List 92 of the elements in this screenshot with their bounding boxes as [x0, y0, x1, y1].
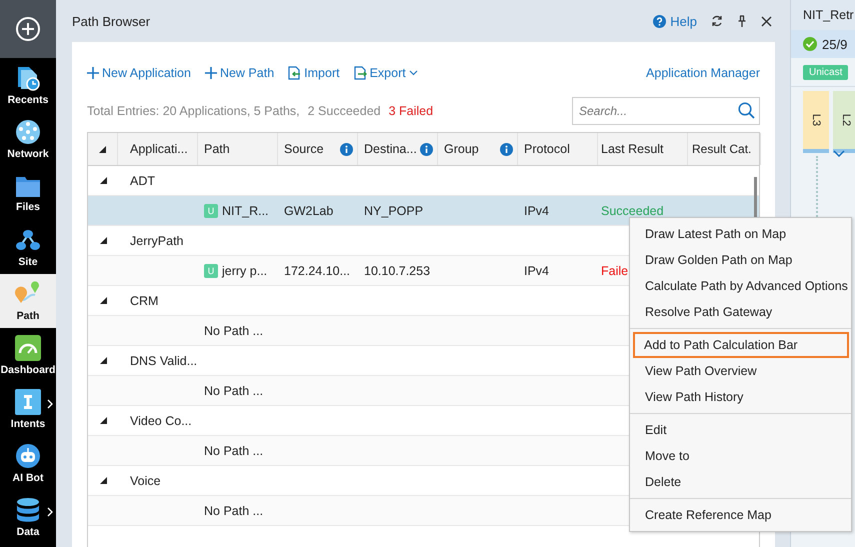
sidebar-item[interactable]: AI Bot — [0, 436, 56, 490]
database-icon — [16, 496, 40, 522]
unicast-badge: U — [204, 264, 218, 278]
table-cell: NY_POPP — [364, 204, 424, 218]
table-cell: IPv4 — [524, 204, 550, 218]
column-header[interactable]: Last Result — [598, 133, 688, 165]
table-cell: GW2Lab — [284, 204, 334, 218]
sidebar-item[interactable]: Recents — [0, 58, 56, 112]
sidebar-item[interactable]: Files — [0, 166, 56, 220]
add-icon[interactable] — [15, 16, 41, 42]
column-header[interactable]: Destina... — [358, 133, 438, 165]
menu-item[interactable]: Add to Path Calculation Bar — [633, 332, 849, 358]
menu-item[interactable]: Edit — [633, 417, 848, 443]
column-header[interactable]: Protocol — [518, 133, 598, 165]
empty-path-text: No Path ... — [204, 324, 264, 338]
plus-icon — [204, 67, 217, 79]
toolbar-button[interactable]: Import — [288, 66, 340, 80]
empty-path-text: No Path ... — [204, 444, 264, 458]
hop-count: 25/9 — [822, 36, 848, 52]
sidebar-item[interactable]: Site — [0, 220, 56, 274]
application-name: JerryPath — [130, 234, 184, 248]
collapse-triangle-icon[interactable] — [100, 297, 106, 304]
collapse-triangle-icon[interactable] — [100, 177, 106, 184]
column-header[interactable]: Group — [438, 133, 518, 165]
panel-title: Path Browser — [72, 14, 150, 28]
path-row[interactable]: U NIT_R... GW2Lab NY_POPP IPv4 Succeeded — [88, 196, 759, 226]
chevron-down-icon[interactable] — [833, 150, 845, 157]
path-title: NIT_Retr — [803, 8, 854, 22]
path-name: jerry p... — [222, 264, 268, 278]
menu-item[interactable]: Create Reference Map — [633, 502, 848, 528]
info-icon[interactable] — [500, 142, 513, 156]
question-icon — [653, 14, 666, 28]
robot-icon — [15, 442, 41, 468]
unicast-badge: U — [204, 204, 218, 218]
menu-item[interactable]: View Path History — [633, 384, 848, 410]
info-icon[interactable] — [420, 142, 433, 156]
layer-column[interactable]: L2 — [833, 91, 855, 153]
collapse-triangle-icon[interactable] — [100, 357, 106, 364]
toolbar-button[interactable]: New Path — [204, 66, 274, 80]
search-icon[interactable] — [738, 102, 755, 119]
check-circle-icon — [803, 37, 817, 51]
sidebar-item[interactable]: Intents — [0, 382, 56, 436]
sidebar-item[interactable]: Data — [0, 490, 56, 544]
sidebar-item[interactable]: Path — [0, 274, 56, 328]
application-name: Voice — [130, 474, 161, 488]
search-field[interactable]: Search... — [572, 97, 760, 125]
table-cell: 172.24.10... — [284, 264, 350, 278]
empty-path-text: No Path ... — [204, 384, 264, 398]
sidebar-item[interactable]: Network — [0, 112, 56, 166]
pin-icon[interactable] — [737, 15, 747, 27]
menu-item[interactable]: View Path Overview — [633, 358, 848, 384]
toolbar-button[interactable]: Export — [354, 66, 418, 80]
result-status: Faile — [601, 264, 628, 278]
column-header[interactable]: Result Cat. — [688, 133, 761, 165]
file-export-icon — [354, 66, 367, 80]
column-header[interactable]: Applicati... — [118, 133, 198, 165]
application-name: Video Co... — [130, 414, 192, 428]
plus-icon — [87, 67, 99, 79]
empty-path-text: No Path ... — [204, 504, 264, 518]
menu-item[interactable]: Resolve Path Gateway — [633, 299, 848, 325]
failed-count: 3 Failed — [388, 104, 434, 118]
gauge-icon — [15, 334, 41, 360]
layer-column[interactable]: L3 — [803, 91, 829, 153]
column-header[interactable]: Path — [198, 133, 278, 165]
menu-item[interactable]: Move to — [633, 443, 848, 469]
result-status: Succeeded — [601, 204, 664, 218]
application-name: DNS Valid... — [130, 354, 198, 368]
collapse-triangle-icon[interactable] — [100, 237, 106, 244]
total-entries-text: Total Entries: 20 Applications, 5 Paths, — [87, 104, 300, 118]
application-manager-link[interactable]: Application Manager — [646, 66, 760, 80]
menu-item[interactable]: Delete — [633, 469, 848, 495]
info-icon[interactable] — [340, 142, 353, 156]
table-cell: IPv4 — [524, 264, 550, 278]
intent-card-icon — [15, 388, 41, 414]
globe-network-icon — [15, 118, 41, 144]
path-name: NIT_R... — [222, 204, 269, 218]
help-button[interactable]: Help — [653, 14, 697, 28]
file-import-icon — [288, 66, 302, 80]
column-header[interactable]: Source — [278, 133, 358, 165]
document-clock-icon — [15, 64, 41, 90]
succeeded-count: 2 Succeeded — [308, 104, 381, 118]
table-cell: 10.10.7.253 — [364, 264, 430, 278]
sidebar-item[interactable]: Dashboard — [0, 328, 56, 382]
toolbar-button[interactable]: New Application — [87, 66, 191, 80]
refresh-icon[interactable] — [711, 15, 723, 27]
sort-triangle-icon — [99, 146, 106, 152]
unicast-tag: Unicast — [803, 64, 848, 80]
application-name: ADT — [130, 174, 155, 188]
collapse-triangle-icon[interactable] — [100, 477, 106, 484]
application-name: CRM — [130, 294, 158, 308]
close-icon[interactable] — [761, 16, 772, 26]
collapse-triangle-icon[interactable] — [100, 417, 106, 424]
